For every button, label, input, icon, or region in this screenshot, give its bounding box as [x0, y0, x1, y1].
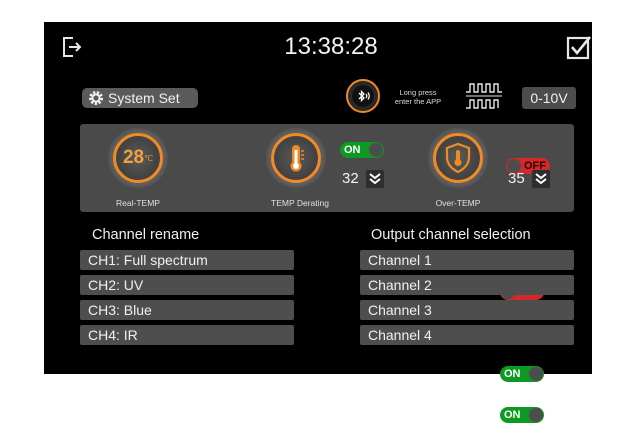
system-set-button[interactable]: System Set	[82, 88, 198, 108]
bluetooth-icon	[358, 89, 370, 103]
rename-row-ch1[interactable]: CH1: Full spectrum	[80, 250, 294, 270]
rename-row-ch4[interactable]: CH4: IR	[80, 325, 294, 345]
temp-unit: ℃	[144, 153, 154, 163]
output-row-ch3: Channel 3	[360, 300, 574, 320]
over-temp-value: 35	[508, 170, 525, 187]
real-temp-label: Real-TEMP	[116, 198, 160, 208]
system-set-label: System Set	[108, 90, 180, 106]
long-press-hint: Long press enter the APP	[394, 88, 442, 106]
device-screen: 13:38:28 System Set Long press enter the…	[44, 22, 592, 423]
channel-rename-title: Channel rename	[92, 227, 200, 243]
derating-dropdown[interactable]	[366, 170, 384, 188]
output-row-ch4: Channel 4	[360, 325, 574, 345]
output-toggle-ch4[interactable]: ON	[500, 407, 544, 423]
derating-label: TEMP Derating	[271, 198, 329, 208]
output-selection-title: Output channel selection	[371, 227, 531, 243]
over-temp-label: Over-TEMP	[435, 198, 481, 208]
checkbox-checked-icon[interactable]	[566, 34, 592, 60]
derating-value: 32	[342, 170, 359, 187]
clock-display: 13:38:28	[284, 33, 378, 60]
output-mode-button[interactable]: 0-10V	[522, 87, 576, 109]
thermometer-icon	[290, 145, 304, 172]
over-temp-dropdown[interactable]	[532, 170, 550, 188]
bluetooth-button[interactable]	[346, 79, 380, 113]
chevron-down-icon	[369, 173, 381, 185]
output-toggle-ch3[interactable]: ON	[500, 366, 544, 382]
real-temp-value: 28	[122, 147, 145, 168]
gear-icon	[89, 91, 103, 105]
output-row-ch1: Channel 1	[360, 250, 574, 270]
output-row-ch2: Channel 2	[360, 275, 574, 295]
pwm-waveform-icon[interactable]	[464, 80, 504, 112]
exit-icon[interactable]	[62, 36, 82, 58]
derating-gauge[interactable]	[266, 128, 326, 188]
rename-row-ch3[interactable]: CH3: Blue	[80, 300, 294, 320]
real-temp-gauge: 28 ℃	[108, 128, 168, 188]
chevron-down-icon	[535, 173, 547, 185]
rename-row-ch2[interactable]: CH2: UV	[80, 275, 294, 295]
derating-toggle[interactable]: ON	[340, 142, 384, 158]
shield-thermometer-icon	[445, 143, 471, 173]
over-temp-gauge[interactable]	[428, 128, 488, 188]
